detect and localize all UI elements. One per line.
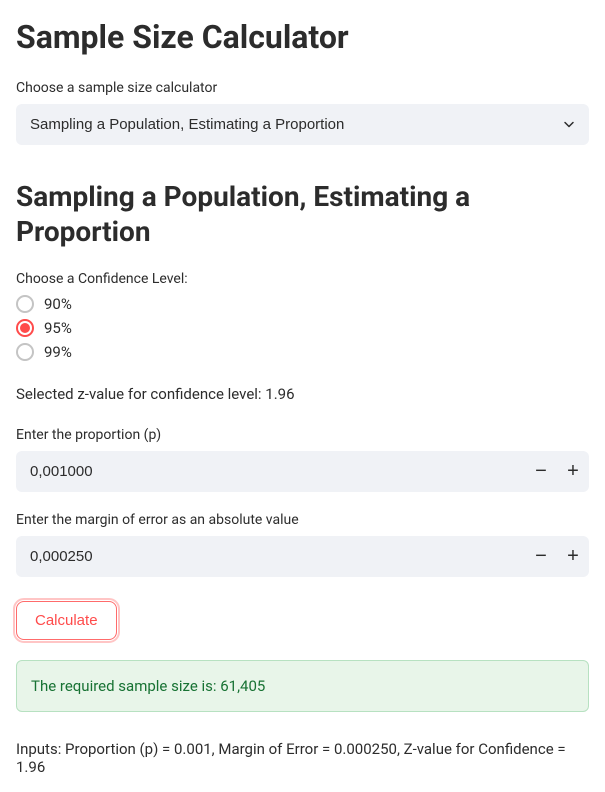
radio-label: 99%: [44, 343, 72, 361]
margin-increment-button[interactable]: +: [557, 536, 589, 577]
confidence-radio-99[interactable]: 99%: [16, 343, 589, 361]
calculator-select-label: Choose a sample size calculator: [16, 80, 589, 96]
radio-icon: [16, 343, 34, 361]
margin-decrement-button[interactable]: −: [525, 536, 557, 577]
page-title: Sample Size Calculator: [16, 18, 589, 56]
confidence-radio-90[interactable]: 90%: [16, 295, 589, 313]
calculator-select-value: Sampling a Population, Estimating a Prop…: [30, 116, 344, 133]
margin-input[interactable]: [16, 536, 525, 577]
radio-icon: [16, 319, 34, 337]
margin-label: Enter the margin of error as an absolute…: [16, 512, 589, 528]
calculator-select[interactable]: Sampling a Population, Estimating a Prop…: [16, 104, 589, 145]
section-heading: Sampling a Population, Estimating a Prop…: [16, 179, 589, 249]
radio-label: 90%: [44, 295, 72, 313]
proportion-increment-button[interactable]: +: [557, 451, 589, 492]
calculate-button[interactable]: Calculate: [16, 601, 117, 640]
confidence-radio-95[interactable]: 95%: [16, 319, 589, 337]
zvalue-display: Selected z-value for confidence level: 1…: [16, 385, 589, 403]
radio-label: 95%: [44, 319, 72, 337]
proportion-decrement-button[interactable]: −: [525, 451, 557, 492]
inputs-summary: Inputs: Proportion (p) = 0.001, Margin o…: [16, 740, 589, 776]
radio-icon: [16, 295, 34, 313]
proportion-input[interactable]: [16, 451, 525, 492]
confidence-radio-group: 90% 95% 99%: [16, 295, 589, 361]
proportion-label: Enter the proportion (p): [16, 427, 589, 443]
confidence-label: Choose a Confidence Level:: [16, 271, 589, 287]
result-message: The required sample size is: 61,405: [16, 660, 589, 712]
